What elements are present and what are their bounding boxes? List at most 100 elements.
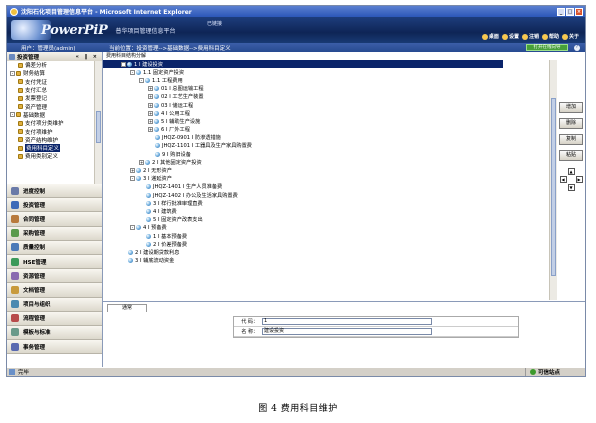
tree-node[interactable]: 1 I 基本预备费	[103, 232, 515, 240]
tree-node[interactable]: - 4 I 预备费	[103, 224, 515, 232]
left-nav-item[interactable]: 费用科目定义	[7, 144, 94, 153]
tree-node[interactable]: 3 I 样行批准审理直费	[103, 199, 515, 207]
module-item[interactable]: 文档管理	[7, 283, 102, 298]
logout-icon	[521, 33, 528, 40]
tree-node[interactable]: - 1 I 建设投资	[103, 60, 503, 69]
tree-node[interactable]: 3 I 辅底流动资金	[103, 257, 515, 265]
left-nav-item[interactable]: 支付项分类维护	[7, 119, 94, 127]
expand-toggle-icon[interactable]: -	[130, 225, 135, 231]
tree-node[interactable]: +6 I 厂外工程	[103, 126, 515, 134]
move-left-button[interactable]: ◀	[559, 176, 567, 183]
panel-controls[interactable]: « ‖ ×	[76, 54, 99, 60]
status-text: 完毕	[18, 370, 30, 376]
module-item[interactable]: 模板与标准	[7, 325, 102, 341]
left-nav-item[interactable]: 偏差分析	[7, 61, 94, 69]
left-nav-item[interactable]: 发票登记	[7, 94, 94, 102]
desktop-link[interactable]: 桌面	[481, 33, 499, 40]
module-item[interactable]: 流程管理	[7, 311, 102, 326]
expand-toggle-icon[interactable]: +	[148, 94, 153, 100]
expand-toggle-icon[interactable]: -	[10, 112, 15, 118]
tab-general[interactable]: 通常	[107, 304, 147, 312]
minimize-button[interactable]: _	[557, 7, 565, 16]
left-nav-item[interactable]: 支付项维护	[7, 127, 94, 136]
tree-node[interactable]: 5 I 固定资产改表支出	[103, 216, 515, 224]
about-link[interactable]: 关于	[561, 33, 579, 40]
left-panel-header: 投资管理 « ‖ ×	[7, 52, 102, 61]
logout-link[interactable]: 注销	[521, 33, 539, 40]
expand-toggle-icon[interactable]: +	[148, 127, 153, 133]
tree-node[interactable]: +02 I 工艺生产装置	[103, 93, 515, 101]
tree-node[interactable]: +03 I 储运工程	[103, 101, 515, 109]
move-down-button[interactable]: ▼	[567, 184, 575, 191]
left-nav-item[interactable]: 支付汇总	[7, 86, 94, 94]
add-button[interactable]: 增加	[559, 102, 583, 113]
help-circle-icon[interactable]: ?	[574, 44, 580, 51]
left-nav-item[interactable]: 支付凭证	[7, 78, 94, 86]
expand-toggle-icon[interactable]: +	[148, 110, 153, 116]
tree-node[interactable]: 2 I 价差预备费	[103, 240, 515, 248]
left-nav-item[interactable]: 资产结构维护	[7, 136, 94, 144]
module-item[interactable]: 投资管理	[7, 198, 102, 213]
help-link[interactable]: 帮助	[541, 33, 559, 40]
left-nav-item[interactable]: - 财务结算	[7, 69, 94, 77]
arrow-blank	[576, 184, 583, 191]
module-item[interactable]: 采购管理	[7, 226, 102, 241]
tree-node[interactable]: +01 I 总图运输工程	[103, 85, 515, 93]
tree-node[interactable]: +2 I 无形资产	[103, 166, 515, 174]
module-item[interactable]: HSE管理	[7, 254, 102, 270]
module-item[interactable]: 资源管理	[7, 269, 102, 284]
move-up-button[interactable]: ▲	[567, 168, 575, 175]
module-item[interactable]: 事务管理	[7, 340, 102, 355]
detail-panel: 通常 代 码： 1 名 称： 建设投资	[103, 302, 585, 367]
expand-toggle-icon[interactable]: +	[130, 168, 135, 174]
expand-toggle-icon[interactable]: +	[139, 159, 144, 165]
left-scroll-thumb[interactable]	[96, 111, 101, 143]
tree-node[interactable]: +5 I 辅助生产设施	[103, 117, 515, 125]
tree-scrollbar[interactable]	[549, 60, 557, 300]
settings-link[interactable]: 设置	[501, 33, 519, 40]
expand-toggle-icon[interactable]: -	[10, 70, 15, 76]
tree-node[interactable]: - 1.1 工程费用	[103, 76, 515, 84]
left-nav-item[interactable]: 费用类别定义	[7, 152, 94, 160]
module-label: 合同管理	[23, 216, 46, 223]
tree-node[interactable]: 4 I 建筑费	[103, 207, 515, 215]
tree-node[interactable]: +4 I 公用工程	[103, 109, 515, 117]
code-input[interactable]: 1	[262, 318, 432, 325]
copy-button[interactable]: 复制	[559, 134, 583, 145]
module-list: 进度控制 投资管理合同管理采购管理 质量控制 HSE管理 资源管理 文档管理 项目与组织 流程…	[7, 184, 102, 355]
module-item[interactable]: 质量控制	[7, 240, 102, 255]
expand-toggle-icon[interactable]: +	[148, 118, 153, 124]
tree-node[interactable]: - 3 I 递延资产	[103, 175, 515, 183]
maximize-button[interactable]: □	[566, 7, 574, 16]
module-item[interactable]: 进度控制	[7, 184, 102, 199]
tree-caption: 费用科目结构分解	[106, 53, 147, 59]
name-input[interactable]: 建设投资	[262, 328, 432, 335]
expand-toggle-icon[interactable]: -	[121, 61, 126, 67]
module-item[interactable]: 合同管理	[7, 212, 102, 227]
module-item[interactable]: 项目与组织	[7, 297, 102, 312]
expand-toggle-icon[interactable]: +	[148, 102, 153, 108]
expand-toggle-icon[interactable]: -	[139, 77, 144, 83]
tree-node[interactable]: JHQZ-0901 I 防渗透措施	[103, 134, 515, 142]
tree-node-label: 1.1 工程费用	[152, 77, 183, 84]
close-button[interactable]: ×	[575, 7, 583, 16]
left-nav-item[interactable]: - 基础数据	[7, 111, 94, 119]
tree-node[interactable]: JHQZ-1402 I 办公及生活家具购置费	[103, 191, 515, 199]
paste-button[interactable]: 粘贴	[559, 150, 583, 161]
tree-node[interactable]: 2 I 建设期贷款利息	[103, 248, 515, 256]
expand-toggle-icon[interactable]: -	[130, 176, 135, 182]
expand-toggle-icon[interactable]: +	[148, 86, 153, 92]
tree-node[interactable]: +2 I 其他固定资产投资	[103, 158, 515, 166]
tree-node[interactable]: JHQZ-1401 I 生产人员准备费	[103, 183, 515, 191]
tree-scroll-thumb[interactable]	[551, 98, 556, 276]
expand-toggle-icon[interactable]: -	[130, 69, 135, 75]
tree-node[interactable]: JHQZ-1101 I 工器具及生产家具购置费	[103, 142, 515, 150]
tree-node[interactable]: - 1.1 固定资产投资	[103, 68, 515, 76]
desktop-label: 桌面	[488, 34, 499, 40]
left-nav-item[interactable]: 资产管理	[7, 102, 94, 111]
delete-button[interactable]: 删除	[559, 118, 583, 129]
move-right-button[interactable]: ▶	[575, 176, 583, 183]
left-scrollbar[interactable]	[94, 61, 102, 184]
tree-node[interactable]: 9 I 购旧设备	[103, 150, 515, 158]
online-wizard-button[interactable]: 打开在线向导	[526, 44, 568, 51]
